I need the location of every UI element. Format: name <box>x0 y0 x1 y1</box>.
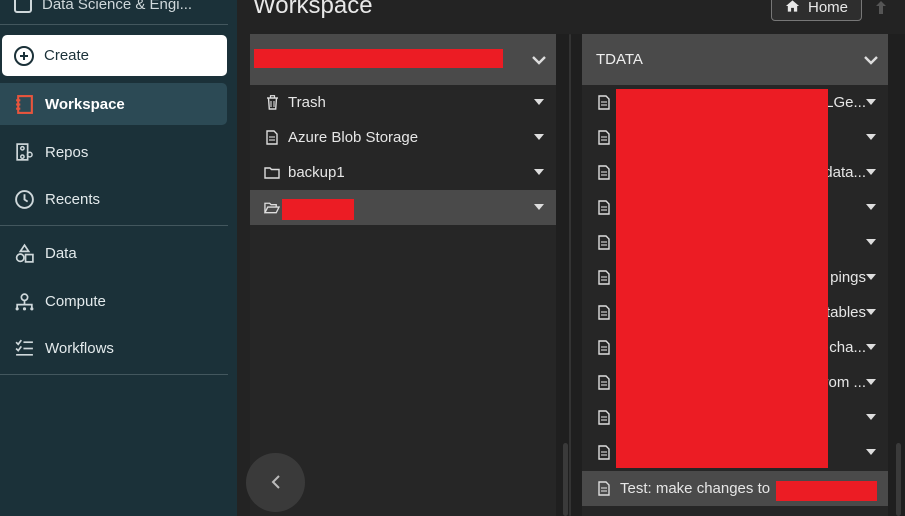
sidebar: Data Science & Engi... Create Workspace … <box>0 0 237 516</box>
clock-icon <box>14 189 35 210</box>
notebook-icon <box>596 305 612 321</box>
workflows-icon <box>14 338 35 359</box>
create-button[interactable]: Create <box>2 35 227 76</box>
create-label: Create <box>44 47 90 64</box>
caret-down-icon[interactable] <box>866 204 876 210</box>
sidebar-item-label: Workflows <box>45 339 114 357</box>
item-label: Test: make changes to <box>620 480 771 497</box>
page-title: Workspace <box>253 0 373 19</box>
notebook-icon <box>596 130 612 146</box>
caret-down-icon[interactable] <box>866 344 876 350</box>
notebook-icon <box>596 235 612 251</box>
redacted-block <box>254 49 503 68</box>
caret-down-icon[interactable] <box>866 239 876 245</box>
data-icon <box>14 243 35 264</box>
folder-icon <box>264 165 280 181</box>
column-title: TDATA <box>596 51 643 68</box>
sidebar-item-repos[interactable]: Repos <box>0 131 227 173</box>
notebook-icon <box>596 165 612 181</box>
sidebar-item-recents[interactable]: Recents <box>0 178 227 220</box>
sidebar-item-label: Compute <box>45 292 106 310</box>
chevron-left-icon <box>270 470 282 496</box>
app-switcher[interactable]: Data Science & Engi... <box>14 0 192 16</box>
collapse-back-button[interactable] <box>246 453 305 512</box>
redacted-block <box>616 89 828 468</box>
notebook-icon <box>596 270 612 286</box>
column-header[interactable] <box>250 34 556 85</box>
item-label: Azure Blob Storage <box>288 129 419 146</box>
caret-down-icon[interactable] <box>866 449 876 455</box>
sidebar-item-compute[interactable]: Compute <box>0 280 227 322</box>
app-name: Data Science & Engi... <box>42 0 193 13</box>
chevron-down-icon[interactable] <box>530 51 548 69</box>
sidebar-item-data[interactable]: Data <box>0 232 227 274</box>
upload-icon[interactable] <box>874 0 890 17</box>
home-icon <box>785 0 800 17</box>
caret-down-icon[interactable] <box>866 414 876 420</box>
caret-down-icon[interactable] <box>866 309 876 315</box>
repos-icon <box>14 142 35 163</box>
item-label: Trash <box>288 94 326 111</box>
column-divider <box>569 34 571 516</box>
trash-icon <box>264 95 280 111</box>
notebook-icon <box>596 340 612 356</box>
caret-down-icon[interactable] <box>866 99 876 105</box>
caret-down-icon[interactable] <box>866 134 876 140</box>
notebook-icon <box>264 130 280 146</box>
workspace-column-root: Trash Azure Blob Storage backup1 <box>250 34 556 516</box>
home-button[interactable]: Home <box>771 0 862 21</box>
item-label: backup1 <box>288 164 345 181</box>
list-item[interactable]: Azure Blob Storage <box>250 120 556 155</box>
folder-open-icon <box>264 200 280 216</box>
workspace-app: Data Science & Engi... Create Workspace … <box>0 0 905 516</box>
app-icon <box>14 0 32 13</box>
workspace-icon <box>14 94 35 115</box>
plus-circle-icon <box>14 45 34 66</box>
caret-down-icon[interactable] <box>534 99 544 105</box>
column-header[interactable]: TDATA <box>582 34 888 85</box>
item-label-suffix: pings <box>830 269 866 286</box>
item-label-suffix: tables <box>825 304 866 321</box>
sidebar-item-label: Repos <box>45 143 89 161</box>
caret-down-icon[interactable] <box>534 204 544 210</box>
scrollbar-thumb[interactable] <box>896 443 901 516</box>
sidebar-item-workflows[interactable]: Workflows <box>0 327 227 369</box>
workspace-column-tdata: TDATA DLGe... ) data... pings tables r c… <box>582 34 888 516</box>
notebook-icon <box>596 95 612 111</box>
caret-down-icon[interactable] <box>866 274 876 280</box>
redacted-block <box>776 481 877 501</box>
home-label: Home <box>807 0 848 16</box>
sidebar-item-workspace[interactable]: Workspace <box>0 83 227 125</box>
sidebar-item-label: Recents <box>45 190 101 208</box>
list-item-selected[interactable] <box>250 190 556 225</box>
notebook-icon <box>596 481 612 497</box>
sidebar-item-label: Data <box>45 244 77 262</box>
notebook-icon <box>596 410 612 426</box>
caret-down-icon[interactable] <box>866 379 876 385</box>
list-item-selected[interactable]: Test: make changes to <box>582 471 888 506</box>
list-item[interactable]: backup1 <box>250 155 556 190</box>
caret-down-icon[interactable] <box>534 134 544 140</box>
redacted-block <box>282 199 354 220</box>
chevron-down-icon[interactable] <box>862 51 880 69</box>
notebook-icon <box>596 200 612 216</box>
caret-down-icon[interactable] <box>866 169 876 175</box>
notebook-icon <box>596 375 612 391</box>
notebook-icon <box>596 445 612 461</box>
sidebar-divider <box>0 24 228 25</box>
sidebar-divider <box>0 374 228 375</box>
sidebar-item-label: Workspace <box>45 95 125 113</box>
scrollbar-thumb[interactable] <box>563 443 568 516</box>
compute-icon <box>14 291 35 312</box>
list-item[interactable]: Trash <box>250 85 556 120</box>
caret-down-icon[interactable] <box>534 169 544 175</box>
sidebar-divider <box>0 225 228 226</box>
